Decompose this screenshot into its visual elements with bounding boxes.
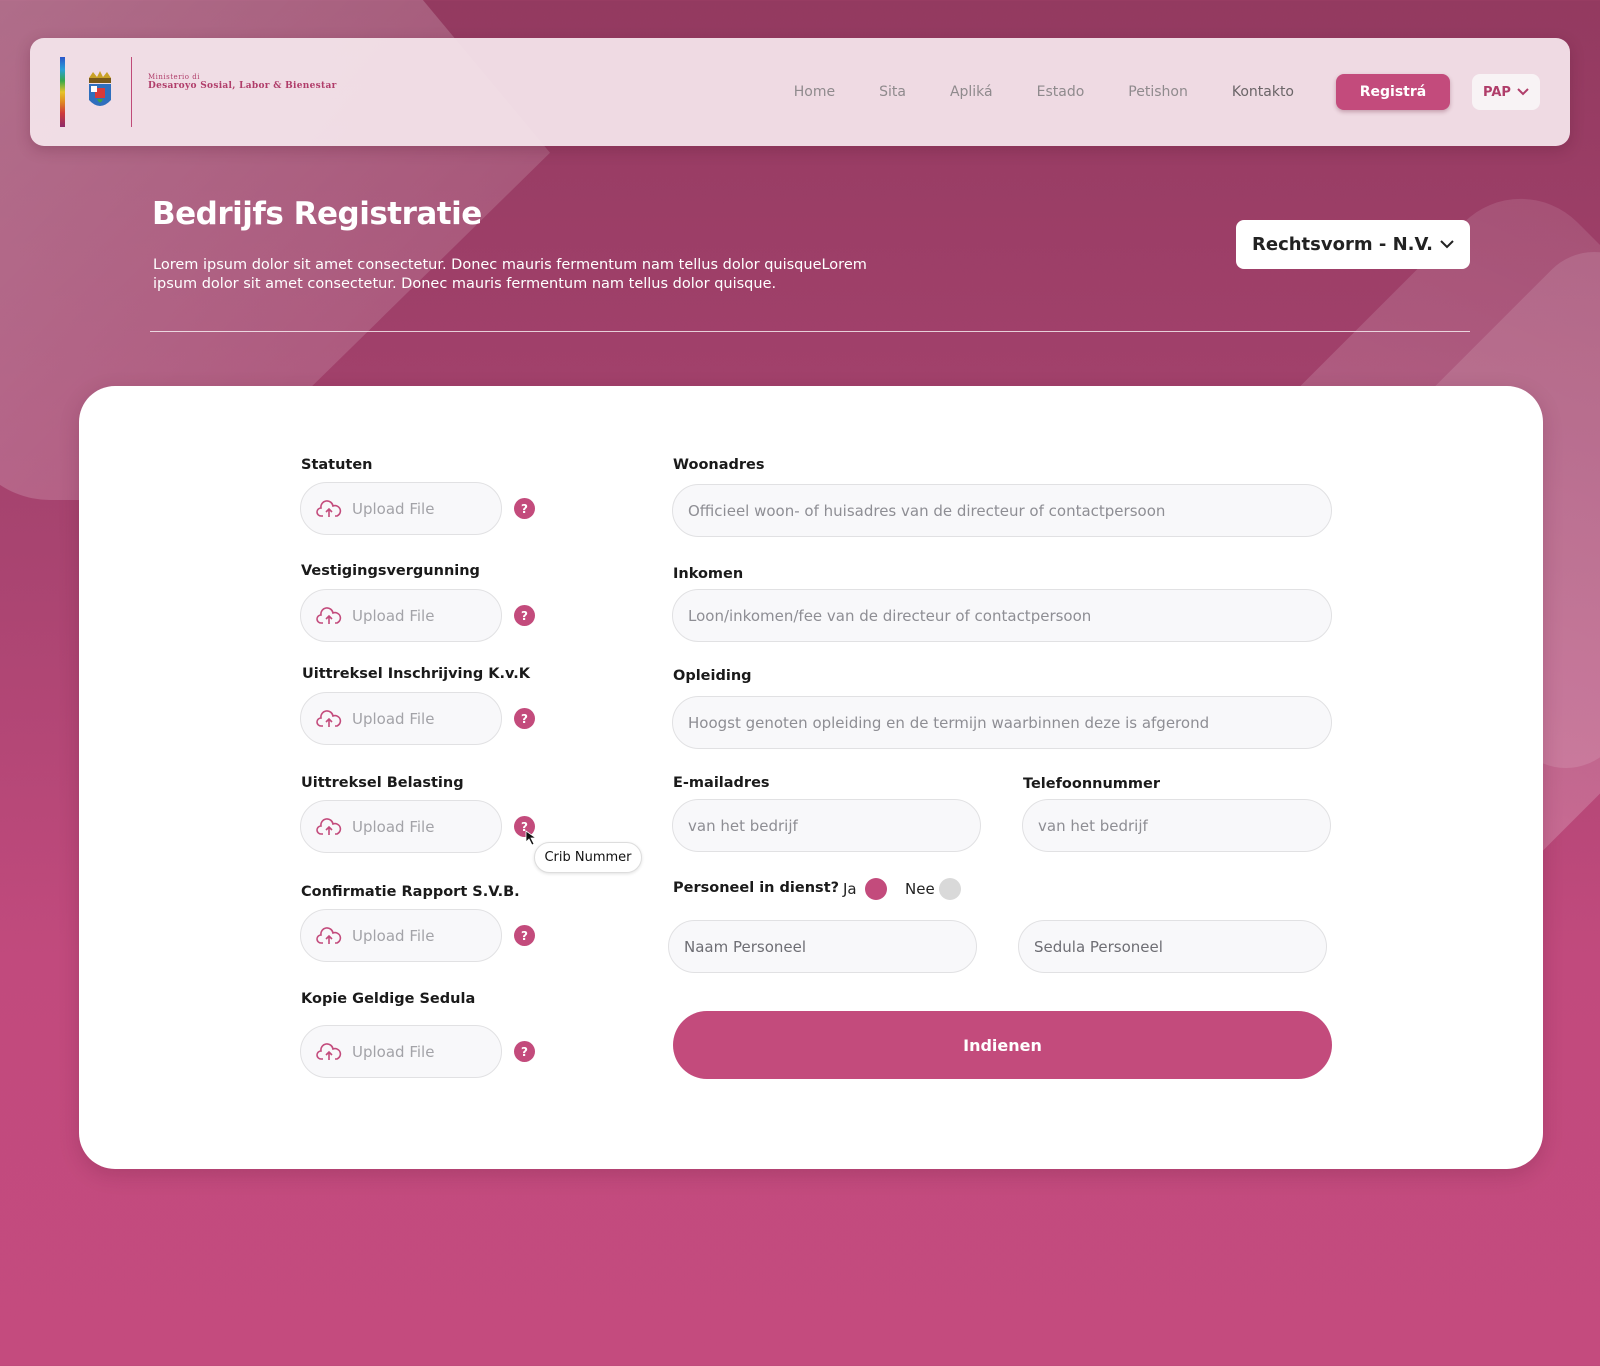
upload-label-kvk: Uittreksel Inschrijving K.v.K: [302, 666, 531, 682]
chevron-down-icon: [1440, 240, 1454, 249]
inkomen-placeholder: Loon/inkomen/fee van de directeur of con…: [688, 606, 1092, 625]
upload-belasting-button[interactable]: Upload File: [300, 800, 502, 853]
upload-sedula-label: Upload File: [352, 1042, 435, 1061]
submit-button[interactable]: Indienen: [673, 1011, 1332, 1079]
page-description: Lorem ipsum dolor sit amet consectetur. …: [153, 257, 867, 292]
upload-kvk-label: Upload File: [352, 709, 435, 728]
rechtsvorm-value: Rechtsvorm - N.V.: [1252, 234, 1433, 255]
email-field[interactable]: van het bedrijf: [672, 799, 981, 852]
opleiding-field[interactable]: Hoogst genoten opleiding en de termijn w…: [672, 696, 1332, 749]
opleiding-placeholder: Hoogst genoten opleiding en de termijn w…: [688, 713, 1210, 732]
upload-vestigingsvergunning-label: Upload File: [352, 606, 435, 625]
upload-svb-button[interactable]: Upload File: [300, 909, 502, 962]
language-label: PAP: [1483, 84, 1511, 100]
email-label: E-mailadres: [673, 775, 770, 791]
radio-nee[interactable]: [939, 878, 961, 900]
cloud-upload-icon: [316, 709, 342, 727]
upload-sedula-button[interactable]: Upload File: [300, 1025, 502, 1078]
inkomen-field[interactable]: Loon/inkomen/fee van de directeur of con…: [672, 589, 1332, 642]
naam-personeel-field[interactable]: Naam Personeel: [668, 920, 977, 973]
page-title: Bedrijfs Registratie: [152, 196, 482, 232]
upload-label-sedula: Kopie Geldige Sedula: [301, 991, 476, 1007]
ministry-logo[interactable]: Ministerio di Desaroyo Sosial, Labor & B…: [60, 57, 337, 127]
upload-kvk-button[interactable]: Upload File: [300, 692, 502, 745]
upload-belasting-label: Upload File: [352, 817, 435, 836]
email-placeholder: van het bedrijf: [688, 816, 798, 835]
nav-estado[interactable]: Estado: [1037, 84, 1085, 100]
woonadres-placeholder: Officieel woon- of huisadres van de dire…: [688, 501, 1166, 520]
naam-personeel-placeholder: Naam Personeel: [684, 937, 807, 956]
inkomen-label: Inkomen: [673, 566, 744, 582]
personeel-question: Personeel in dienst?: [673, 880, 840, 896]
hero-divider: [150, 331, 1470, 332]
sedula-personeel-placeholder: Sedula Personeel: [1034, 937, 1163, 956]
nav-sita[interactable]: Sita: [879, 84, 906, 100]
ministry-name-big: Desaroyo Sosial, Labor & Bienestar: [148, 81, 337, 91]
help-icon[interactable]: ?: [514, 708, 535, 729]
nav-aplika[interactable]: Apliká: [950, 84, 993, 100]
telefoon-label: Telefoonnummer: [1023, 776, 1161, 792]
register-button[interactable]: Registrá: [1336, 74, 1450, 110]
upload-label-svb: Confirmatie Rapport S.V.B.: [301, 884, 520, 900]
upload-statuten-label: Upload File: [352, 499, 435, 518]
telefoon-placeholder: van het bedrijf: [1038, 816, 1148, 835]
opleiding-label: Opleiding: [673, 668, 752, 684]
sedula-personeel-field[interactable]: Sedula Personeel: [1018, 920, 1327, 973]
nav-kontakto[interactable]: Kontakto: [1232, 84, 1294, 100]
radio-ja-label: Ja: [843, 880, 857, 898]
upload-svb-label: Upload File: [352, 926, 435, 945]
top-navbar: Ministerio di Desaroyo Sosial, Labor & B…: [30, 38, 1570, 146]
cloud-upload-icon: [316, 1042, 342, 1060]
upload-label-belasting: Uittreksel Belasting: [301, 775, 464, 791]
ministry-name-small: Ministerio di: [148, 73, 200, 81]
nav-home[interactable]: Home: [794, 84, 835, 100]
language-select[interactable]: PAP: [1472, 74, 1540, 110]
flag-stripe: [60, 57, 65, 127]
help-tooltip: Crib Nummer: [534, 842, 642, 873]
mouse-pointer-icon: [525, 830, 538, 846]
chevron-down-icon: [1517, 88, 1529, 96]
nav-petishon[interactable]: Petishon: [1128, 84, 1188, 100]
help-icon[interactable]: ?: [514, 605, 535, 626]
radio-ja[interactable]: [865, 878, 887, 900]
cloud-upload-icon: [316, 817, 342, 835]
woonadres-field[interactable]: Officieel woon- of huisadres van de dire…: [672, 484, 1332, 537]
upload-statuten-button[interactable]: Upload File: [300, 482, 502, 535]
main-nav: Home Sita Apliká Estado Petishon Kontakt…: [772, 74, 1540, 110]
help-icon[interactable]: ?: [514, 925, 535, 946]
cloud-upload-icon: [316, 926, 342, 944]
upload-label-vestigingsvergunning: Vestigingsvergunning: [301, 563, 480, 579]
woonadres-label: Woonadres: [673, 457, 765, 473]
cloud-upload-icon: [316, 499, 342, 517]
upload-vestigingsvergunning-button[interactable]: Upload File: [300, 589, 502, 642]
logo-separator: [131, 57, 132, 127]
help-icon[interactable]: ?: [514, 498, 535, 519]
ministry-name: Ministerio di Desaroyo Sosial, Labor & B…: [148, 73, 337, 91]
coat-of-arms-icon: [89, 71, 111, 106]
upload-label-statuten: Statuten: [301, 457, 373, 473]
rechtsvorm-select[interactable]: Rechtsvorm - N.V.: [1236, 220, 1470, 269]
cloud-upload-icon: [316, 606, 342, 624]
help-icon[interactable]: ?: [514, 1041, 535, 1062]
telefoon-field[interactable]: van het bedrijf: [1022, 799, 1331, 852]
radio-nee-label: Nee: [905, 880, 935, 898]
